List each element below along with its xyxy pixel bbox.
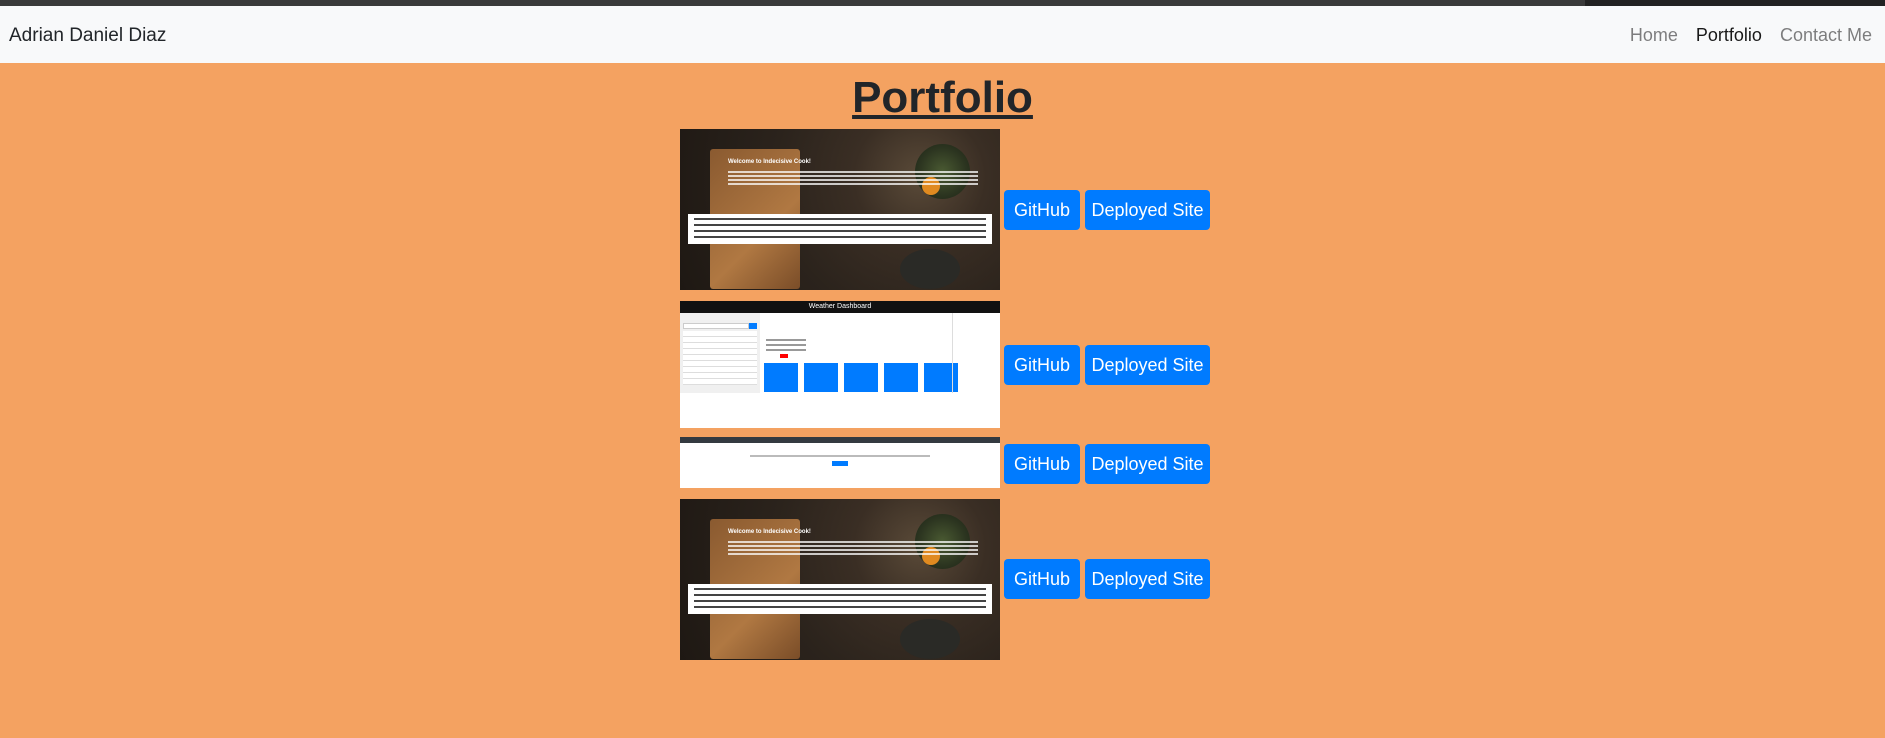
deployed-site-button[interactable]: Deployed Site <box>1085 559 1210 599</box>
project-thumbnail: Welcome to Indecisive Cook! <box>680 129 1000 290</box>
github-button[interactable]: GitHub <box>1004 345 1080 385</box>
navbar-brand[interactable]: Adrian Daniel Diaz <box>9 25 166 47</box>
deployed-site-button[interactable]: Deployed Site <box>1085 345 1210 385</box>
project-thumbnail <box>680 437 1000 488</box>
nav-link-home[interactable]: Home <box>1630 25 1678 46</box>
deployed-site-button[interactable]: Deployed Site <box>1085 444 1210 484</box>
nav-link-portfolio[interactable]: Portfolio <box>1696 25 1762 46</box>
navbar: Adrian Daniel Diaz Home Portfolio Contac… <box>0 6 1885 63</box>
github-button[interactable]: GitHub <box>1004 559 1080 599</box>
project-thumbnail: Welcome to Indecisive Cook! <box>680 499 1000 660</box>
thumbnail-heading: Welcome to Indecisive Cook! <box>728 529 811 535</box>
github-button[interactable]: GitHub <box>1004 444 1080 484</box>
thumbnail-heading: Weather Dashboard <box>680 301 1000 313</box>
deployed-site-button[interactable]: Deployed Site <box>1085 190 1210 230</box>
nav-link-contact[interactable]: Contact Me <box>1780 25 1872 46</box>
nav-links: Home Portfolio Contact Me <box>1612 25 1872 46</box>
thumbnail-heading: Welcome to Indecisive Cook! <box>728 159 811 165</box>
project-thumbnail: Weather Dashboard <box>680 301 1000 428</box>
github-button[interactable]: GitHub <box>1004 190 1080 230</box>
page-title: Portfolio <box>852 73 1033 122</box>
